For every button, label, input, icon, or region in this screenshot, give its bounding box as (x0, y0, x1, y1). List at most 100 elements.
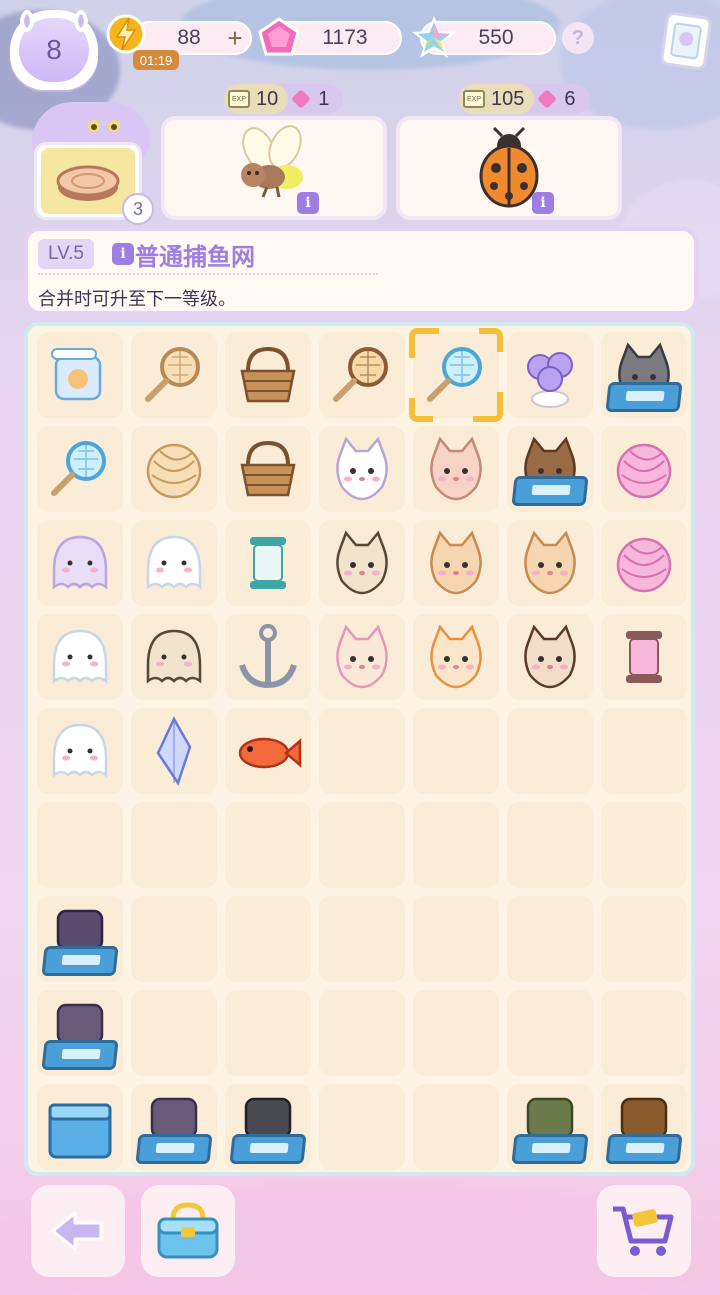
order-card-1[interactable]: i (161, 116, 387, 220)
order-reward-2: EXP 105 6 (459, 84, 590, 114)
board-cell-r8-c2[interactable] (225, 1084, 311, 1170)
board-cell-r2-c4[interactable] (413, 520, 499, 606)
help-button[interactable]: ? (562, 22, 594, 54)
selection-corner (409, 398, 433, 422)
basket-with-lemon-icon (240, 346, 296, 403)
board-cell-r3-c3[interactable] (319, 614, 405, 700)
item-description: 合并时可升至下一等级。 (38, 289, 236, 310)
board-cell-r7-c4[interactable] (413, 990, 499, 1076)
board-cell-r8-c4[interactable] (413, 1084, 499, 1170)
board-cell-r1-c2[interactable] (225, 426, 311, 512)
board-cell-r4-c6[interactable] (601, 708, 687, 794)
board-cell-r7-c0[interactable] (37, 990, 123, 1076)
album-card-button[interactable] (659, 11, 713, 71)
board-cell-r8-c3[interactable] (319, 1084, 405, 1170)
board-cell-r1-c3[interactable] (319, 426, 405, 512)
board-cell-r2-c5[interactable] (507, 520, 593, 606)
shop-button[interactable] (597, 1185, 691, 1277)
board-cell-r1-c5[interactable] (507, 426, 593, 512)
board-cell-r4-c0[interactable] (37, 708, 123, 794)
board-cell-r8-c5[interactable] (507, 1084, 593, 1170)
board-cell-r2-c6[interactable] (601, 520, 687, 606)
thread-spool-icon (250, 537, 286, 589)
round-ghost-icon (52, 723, 108, 778)
order-card-2[interactable]: i (396, 116, 622, 220)
board-cell-r0-c3[interactable] (319, 332, 405, 418)
crate-icon (605, 382, 683, 412)
back-button[interactable] (31, 1185, 125, 1277)
board-cell-r1-c4[interactable] (413, 426, 499, 512)
board-cell-r6-c4[interactable] (413, 896, 499, 982)
board-cell-r5-c2[interactable] (225, 802, 311, 888)
board-cell-r6-c6[interactable] (601, 896, 687, 982)
crate-icon (511, 1134, 589, 1164)
board-cell-r7-c3[interactable] (319, 990, 405, 1076)
board-cell-r6-c0[interactable] (37, 896, 123, 982)
crate-icon (135, 1134, 213, 1164)
board-cell-r2-c2[interactable] (225, 520, 311, 606)
board-cell-r3-c2[interactable] (225, 614, 311, 700)
board-cell-r6-c1[interactable] (131, 896, 217, 982)
board-cell-r6-c5[interactable] (507, 896, 593, 982)
board-cell-r7-c6[interactable] (601, 990, 687, 1076)
siamese-ghost-icon (146, 629, 202, 684)
order-2-info-button[interactable]: i (532, 192, 554, 214)
anchor-icon (239, 624, 297, 689)
board-cell-r0-c6[interactable] (601, 332, 687, 418)
item-level-tag: LV.5 (38, 239, 94, 269)
board-cell-r0-c4[interactable] (409, 328, 503, 422)
shopping-cart-icon (613, 1206, 674, 1256)
merge-board (24, 322, 695, 1176)
board-cell-r5-c3[interactable] (319, 802, 405, 888)
board-cell-r0-c0[interactable] (37, 332, 123, 418)
board-cell-r5-c0[interactable] (37, 802, 123, 888)
board-cell-r4-c5[interactable] (507, 708, 593, 794)
board-cell-r0-c2[interactable] (225, 332, 311, 418)
producer-count: 3 (122, 193, 154, 225)
order-1-gems: 1 (318, 87, 330, 110)
board-cell-r8-c6[interactable] (601, 1084, 687, 1170)
board-cell-r7-c5[interactable] (507, 990, 593, 1076)
hamster-book-icon (524, 530, 576, 595)
board-cell-r7-c2[interactable] (225, 990, 311, 1076)
board-cell-r5-c5[interactable] (507, 802, 593, 888)
board-cell-r8-c0[interactable] (37, 1084, 123, 1170)
board-cell-r8-c1[interactable] (131, 1084, 217, 1170)
board-cell-r0-c5[interactable] (507, 332, 593, 418)
board-cell-r2-c1[interactable] (131, 520, 217, 606)
crate-icon (605, 1134, 683, 1164)
board-cell-r5-c1[interactable] (131, 802, 217, 888)
pink-thread-spool-icon (626, 631, 662, 683)
board-cell-r4-c4[interactable] (413, 708, 499, 794)
order-reward-1: EXP 10 1 (224, 84, 344, 114)
order-1-info-button[interactable]: i (297, 192, 319, 214)
gem-icon (291, 89, 312, 109)
board-cell-r5-c4[interactable] (413, 802, 499, 888)
board-cell-r3-c0[interactable] (37, 614, 123, 700)
board-cell-r1-c6[interactable] (601, 426, 687, 512)
board-cell-r3-c5[interactable] (507, 614, 593, 700)
item-info-icon[interactable]: i (112, 243, 134, 265)
board-cell-r2-c3[interactable] (319, 520, 405, 606)
board-cell-r4-c3[interactable] (319, 708, 405, 794)
yarn-spool-icon (146, 443, 202, 499)
crate-icon (229, 1134, 307, 1164)
board-cell-r6-c3[interactable] (319, 896, 405, 982)
board-cell-r1-c1[interactable] (131, 426, 217, 512)
storage-button[interactable] (141, 1185, 235, 1277)
pink-gem-icon (256, 16, 302, 60)
board-cell-r5-c6[interactable] (601, 802, 687, 888)
add-energy-button[interactable]: + (222, 23, 248, 53)
board-cell-r6-c2[interactable] (225, 896, 311, 982)
board-cell-r4-c1[interactable] (131, 708, 217, 794)
board-cell-r2-c0[interactable] (37, 520, 123, 606)
board-cell-r4-c2[interactable] (225, 708, 311, 794)
board-cell-r3-c1[interactable] (131, 614, 217, 700)
blue-gift-box-icon (48, 1103, 112, 1159)
board-cell-r0-c1[interactable] (131, 332, 217, 418)
board-cell-r3-c6[interactable] (601, 614, 687, 700)
board-cell-r3-c4[interactable] (413, 614, 499, 700)
board-cell-r7-c1[interactable] (131, 990, 217, 1076)
board-cell-r1-c0[interactable] (37, 426, 123, 512)
player-level-badge[interactable]: 8 (10, 8, 98, 90)
